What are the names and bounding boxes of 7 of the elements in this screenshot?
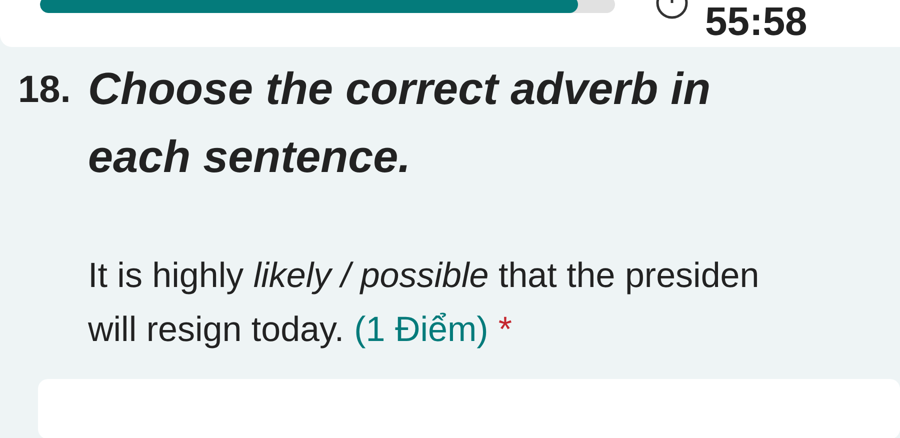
timer-text: 55:58 — [705, 2, 808, 42]
question-title: Choose the correct adverb in each sentence. — [88, 62, 712, 184]
question-text: It is highly likely / possible that the presiden — [88, 256, 760, 295]
question-text: will resign today. — [88, 310, 344, 349]
points-label: (1 Điểm) — [354, 310, 488, 349]
question-number: 18. — [18, 68, 72, 113]
required-asterisk: * — [498, 310, 512, 349]
